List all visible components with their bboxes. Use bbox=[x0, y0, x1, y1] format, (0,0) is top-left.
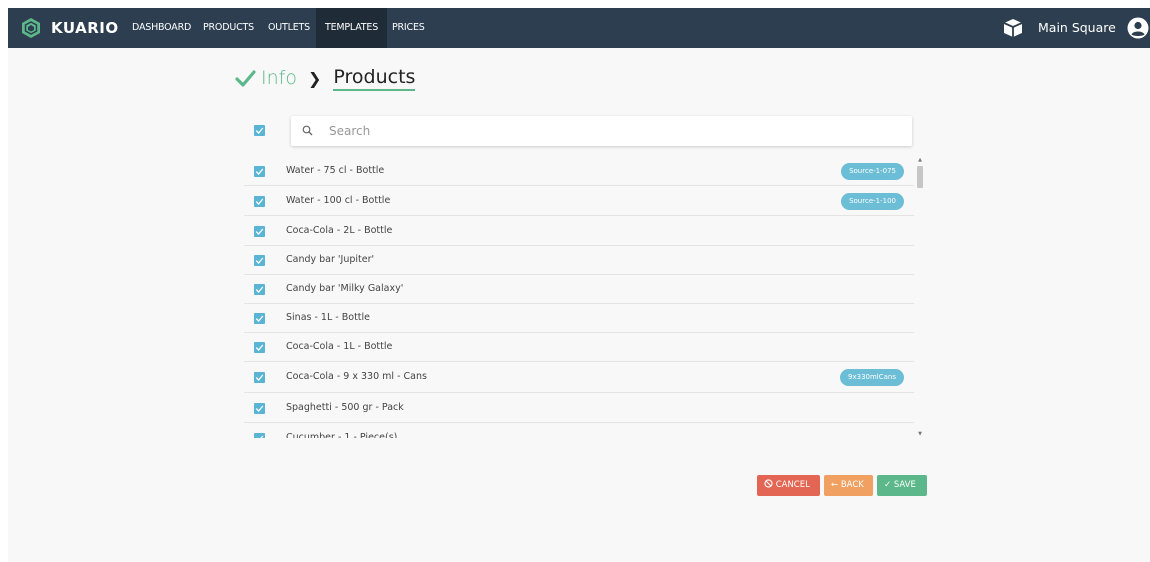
outlet-name[interactable]: Main Square bbox=[1038, 8, 1116, 48]
kuario-logo-icon[interactable] bbox=[20, 17, 42, 39]
search-input[interactable] bbox=[329, 120, 889, 142]
list-item[interactable]: Candy bar 'Jupiter' bbox=[244, 245, 914, 275]
product-name: Candy bar 'Jupiter' bbox=[286, 254, 375, 265]
check-icon bbox=[235, 70, 256, 87]
list-scrollbar[interactable]: ▲ ▼ bbox=[915, 156, 925, 438]
product-checkbox[interactable] bbox=[254, 342, 265, 353]
product-checkbox[interactable] bbox=[254, 166, 265, 177]
nav-dashboard[interactable]: DASHBOARD bbox=[123, 8, 200, 48]
box-icon[interactable] bbox=[1002, 18, 1024, 38]
list-item[interactable]: Coca-Cola - 2L - Bottle bbox=[244, 216, 914, 246]
search-box bbox=[291, 116, 912, 146]
product-name: Candy bar 'Milky Galaxy' bbox=[286, 283, 404, 294]
product-name: Cucumber - 1 - Piece(s) bbox=[286, 432, 398, 438]
product-checkbox[interactable] bbox=[254, 372, 265, 383]
list-item[interactable]: Candy bar 'Milky Galaxy' bbox=[244, 274, 914, 304]
product-list: Water - 75 cl - Bottle Source-1-075 Wate… bbox=[244, 156, 926, 438]
product-checkbox[interactable] bbox=[254, 433, 265, 438]
scroll-up-icon[interactable]: ▲ bbox=[917, 157, 923, 163]
back-label: BACK bbox=[840, 480, 864, 490]
product-checkbox[interactable] bbox=[254, 313, 265, 324]
cancel-label: CANCEL bbox=[775, 480, 810, 490]
product-checkbox[interactable] bbox=[254, 284, 265, 295]
list-item[interactable]: Cucumber - 1 - Piece(s) bbox=[244, 423, 914, 438]
product-checkbox[interactable] bbox=[254, 403, 265, 414]
arrow-left-icon: ← bbox=[831, 480, 839, 490]
search-icon bbox=[302, 125, 313, 136]
product-name: Sinas - 1L - Bottle bbox=[286, 312, 370, 323]
select-all-checkbox[interactable] bbox=[254, 125, 265, 136]
top-navbar: KUARIO DASHBOARD PRODUCTS OUTLETS TEMPLA… bbox=[8, 8, 1150, 48]
user-icon[interactable] bbox=[1127, 17, 1149, 39]
nav-outlets[interactable]: OUTLETS bbox=[259, 8, 319, 48]
list-item[interactable]: Coca-Cola - 9 x 330 ml - Cans 9x330mlCan… bbox=[244, 361, 914, 393]
ban-icon bbox=[764, 479, 773, 488]
product-tag: Source-1-100 bbox=[841, 193, 904, 210]
list-item[interactable]: Sinas - 1L - Bottle bbox=[244, 303, 914, 333]
list-item[interactable]: Coca-Cola - 1L - Bottle bbox=[244, 332, 914, 362]
product-checkbox[interactable] bbox=[254, 226, 265, 237]
product-checkbox[interactable] bbox=[254, 196, 265, 207]
check-icon: ✓ bbox=[884, 480, 892, 490]
product-name: Water - 75 cl - Bottle bbox=[286, 165, 385, 176]
product-name: Coca-Cola - 9 x 330 ml - Cans bbox=[286, 371, 427, 382]
list-item[interactable]: Water - 100 cl - Bottle Source-1-100 bbox=[244, 186, 914, 216]
brand-name[interactable]: KUARIO bbox=[51, 8, 119, 48]
save-button[interactable]: ✓ SAVE bbox=[877, 475, 927, 496]
product-name: Coca-Cola - 1L - Bottle bbox=[286, 341, 393, 352]
scroll-thumb[interactable] bbox=[917, 166, 923, 188]
scroll-down-icon[interactable]: ▼ bbox=[917, 431, 923, 437]
nav-products[interactable]: PRODUCTS bbox=[194, 8, 263, 48]
wizard-steps: Info ❯ Products bbox=[234, 60, 416, 96]
back-button[interactable]: ← BACK bbox=[824, 475, 873, 496]
product-checkbox[interactable] bbox=[254, 255, 265, 266]
product-name: Coca-Cola - 2L - Bottle bbox=[286, 225, 393, 236]
nav-prices[interactable]: PRICES bbox=[383, 8, 434, 48]
product-name: Water - 100 cl - Bottle bbox=[286, 195, 391, 206]
product-name: Spaghetti - 500 gr - Pack bbox=[286, 402, 404, 413]
cancel-button[interactable]: CANCEL bbox=[757, 475, 820, 496]
product-tag: Source-1-075 bbox=[841, 163, 904, 180]
app-container: KUARIO DASHBOARD PRODUCTS OUTLETS TEMPLA… bbox=[8, 8, 1150, 562]
nav-templates[interactable]: TEMPLATES bbox=[316, 8, 388, 48]
step-info[interactable]: Info bbox=[261, 67, 297, 89]
chevron-right-icon: ❯ bbox=[307, 68, 322, 88]
list-item[interactable]: Spaghetti - 500 gr - Pack bbox=[244, 393, 914, 423]
product-tag: 9x330mlCans bbox=[840, 369, 904, 386]
save-label: SAVE bbox=[893, 480, 916, 490]
list-item[interactable]: Water - 75 cl - Bottle Source-1-075 bbox=[244, 156, 914, 186]
checkmark-icon bbox=[255, 127, 264, 134]
step-products: Products bbox=[333, 66, 416, 91]
